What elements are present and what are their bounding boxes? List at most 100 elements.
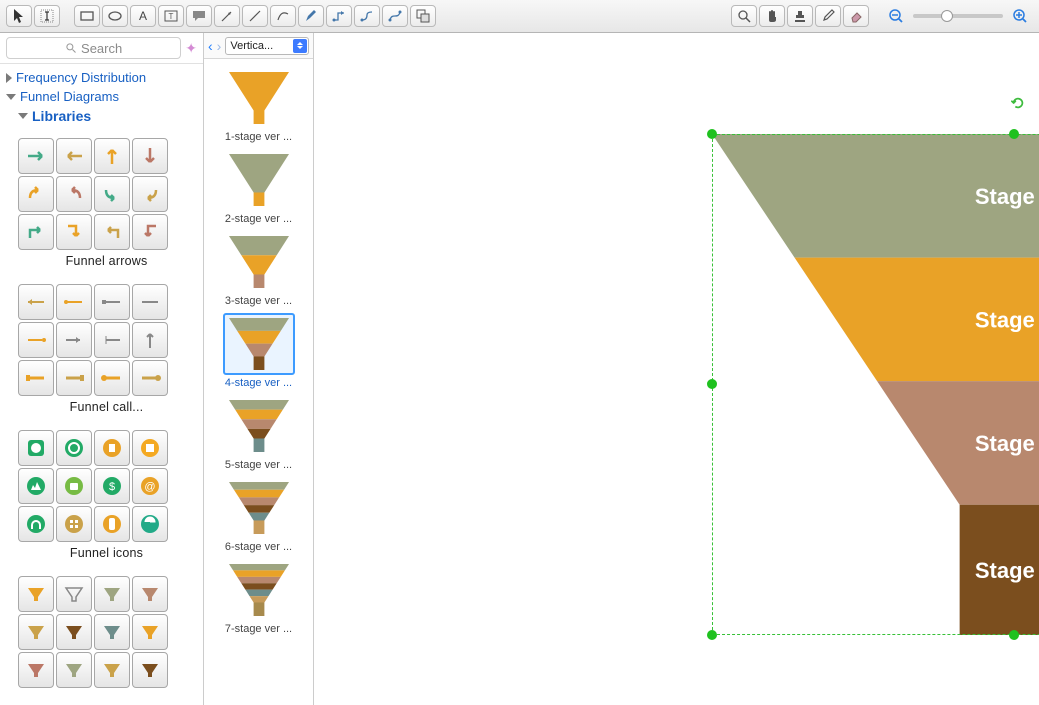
library-item[interactable] xyxy=(18,214,54,250)
font-tool[interactable]: A xyxy=(130,5,156,27)
zoom-out-button[interactable] xyxy=(883,5,909,27)
handle-mid-left[interactable] xyxy=(707,379,717,389)
library-item[interactable] xyxy=(56,652,92,688)
shape-item[interactable]: 2-stage ver ... xyxy=(208,147,309,227)
rectangle-tool[interactable] xyxy=(74,5,100,27)
shape-item[interactable]: 4-stage ver ... xyxy=(208,311,309,391)
library-item[interactable] xyxy=(56,614,92,650)
rotate-handle[interactable] xyxy=(1011,96,1025,110)
group-tool[interactable] xyxy=(410,5,436,27)
library-item[interactable] xyxy=(18,360,54,396)
search-input[interactable]: Search xyxy=(6,37,181,59)
library-item[interactable] xyxy=(94,360,130,396)
wand-icon[interactable]: ✦ xyxy=(185,40,197,57)
library-item[interactable] xyxy=(56,176,92,212)
library-item[interactable] xyxy=(18,138,54,174)
library-item[interactable] xyxy=(132,506,168,542)
stamp-tool[interactable] xyxy=(787,5,813,27)
connector-tool-3[interactable] xyxy=(382,5,408,27)
comment-tool[interactable] xyxy=(186,5,212,27)
shape-item[interactable]: 7-stage ver ... xyxy=(208,557,309,637)
library-item[interactable] xyxy=(56,468,92,504)
pan-tool[interactable] xyxy=(759,5,785,27)
library-item[interactable] xyxy=(94,652,130,688)
handle-bottom-left[interactable] xyxy=(707,630,717,640)
library-item[interactable] xyxy=(56,576,92,612)
library-item[interactable] xyxy=(94,138,130,174)
library-item[interactable] xyxy=(18,176,54,212)
svg-text:@: @ xyxy=(144,481,155,493)
library-item[interactable] xyxy=(56,214,92,250)
tree-item-funnel-diagrams[interactable]: Funnel Diagrams xyxy=(6,87,201,106)
library-item[interactable] xyxy=(56,284,92,320)
shape-item[interactable]: 6-stage ver ... xyxy=(208,475,309,555)
text-box-tool[interactable]: T xyxy=(158,5,184,27)
library-item[interactable] xyxy=(56,138,92,174)
library-groups: Funnel arrowsFunnel call...$@Funnel icon… xyxy=(0,134,203,690)
library-item[interactable] xyxy=(132,176,168,212)
library-item[interactable] xyxy=(132,214,168,250)
library-item[interactable] xyxy=(56,430,92,466)
eyedropper-tool[interactable] xyxy=(815,5,841,27)
library-item[interactable] xyxy=(132,360,168,396)
library-item[interactable] xyxy=(94,214,130,250)
funnel-shape[interactable]: Stage 1Stage 2Stage 3Stage 4 xyxy=(712,134,1039,635)
pointer-tool[interactable] xyxy=(6,5,32,27)
library-item[interactable] xyxy=(94,430,130,466)
library-item[interactable] xyxy=(94,576,130,612)
library-item[interactable] xyxy=(132,652,168,688)
library-item[interactable]: $ xyxy=(94,468,130,504)
ellipse-tool[interactable] xyxy=(102,5,128,27)
library-item[interactable] xyxy=(132,430,168,466)
shape-label: 6-stage ver ... xyxy=(225,539,292,553)
handle-top-left[interactable] xyxy=(707,129,717,139)
text-cursor-tool[interactable] xyxy=(34,5,60,27)
library-item[interactable] xyxy=(94,284,130,320)
svg-text:Stage 4: Stage 4 xyxy=(975,558,1039,583)
library-item[interactable] xyxy=(18,468,54,504)
zoom-in-button[interactable] xyxy=(1007,5,1033,27)
tree-item-libraries[interactable]: Libraries xyxy=(6,106,201,126)
nav-back-button[interactable]: ‹ xyxy=(208,38,213,54)
library-item[interactable] xyxy=(56,322,92,358)
eraser-tool[interactable] xyxy=(843,5,869,27)
canvas[interactable]: Stage 1Stage 2Stage 3Stage 4 xyxy=(314,33,1039,705)
library-item[interactable] xyxy=(56,360,92,396)
shape-item[interactable]: 1-stage ver ... xyxy=(208,65,309,145)
handle-top-center[interactable] xyxy=(1009,129,1019,139)
library-item[interactable] xyxy=(132,576,168,612)
tree-item-frequency-distribution[interactable]: Frequency Distribution xyxy=(6,68,201,87)
shape-item[interactable]: 5-stage ver ... xyxy=(208,393,309,473)
shape-category-combo[interactable]: Vertica... xyxy=(225,37,309,55)
library-item[interactable] xyxy=(94,506,130,542)
library-item[interactable] xyxy=(94,614,130,650)
library-item[interactable] xyxy=(18,322,54,358)
library-item[interactable] xyxy=(18,576,54,612)
library-item[interactable] xyxy=(132,614,168,650)
library-item[interactable] xyxy=(94,322,130,358)
library-item[interactable] xyxy=(132,138,168,174)
shape-item[interactable]: 3-stage ver ... xyxy=(208,229,309,309)
library-item[interactable]: @ xyxy=(132,468,168,504)
zoom-slider-thumb[interactable] xyxy=(941,10,953,22)
library-item[interactable] xyxy=(94,176,130,212)
library-item[interactable] xyxy=(132,322,168,358)
library-item[interactable] xyxy=(18,430,54,466)
handle-bottom-center[interactable] xyxy=(1009,630,1019,640)
pencil-tool[interactable] xyxy=(298,5,324,27)
connector-tool-1[interactable] xyxy=(326,5,352,27)
library-item[interactable] xyxy=(18,652,54,688)
library-item[interactable] xyxy=(18,506,54,542)
library-item[interactable] xyxy=(18,284,54,320)
library-caption: Funnel call... xyxy=(18,396,195,424)
curve-tool[interactable] xyxy=(270,5,296,27)
nav-forward-button[interactable]: › xyxy=(217,38,222,54)
zoom-slider-track[interactable] xyxy=(913,14,1003,18)
library-item[interactable] xyxy=(18,614,54,650)
connector-tool-2[interactable] xyxy=(354,5,380,27)
zoom-tool[interactable] xyxy=(731,5,757,27)
arrow-tool[interactable] xyxy=(214,5,240,27)
library-item[interactable] xyxy=(132,284,168,320)
library-item[interactable] xyxy=(56,506,92,542)
line-tool[interactable] xyxy=(242,5,268,27)
